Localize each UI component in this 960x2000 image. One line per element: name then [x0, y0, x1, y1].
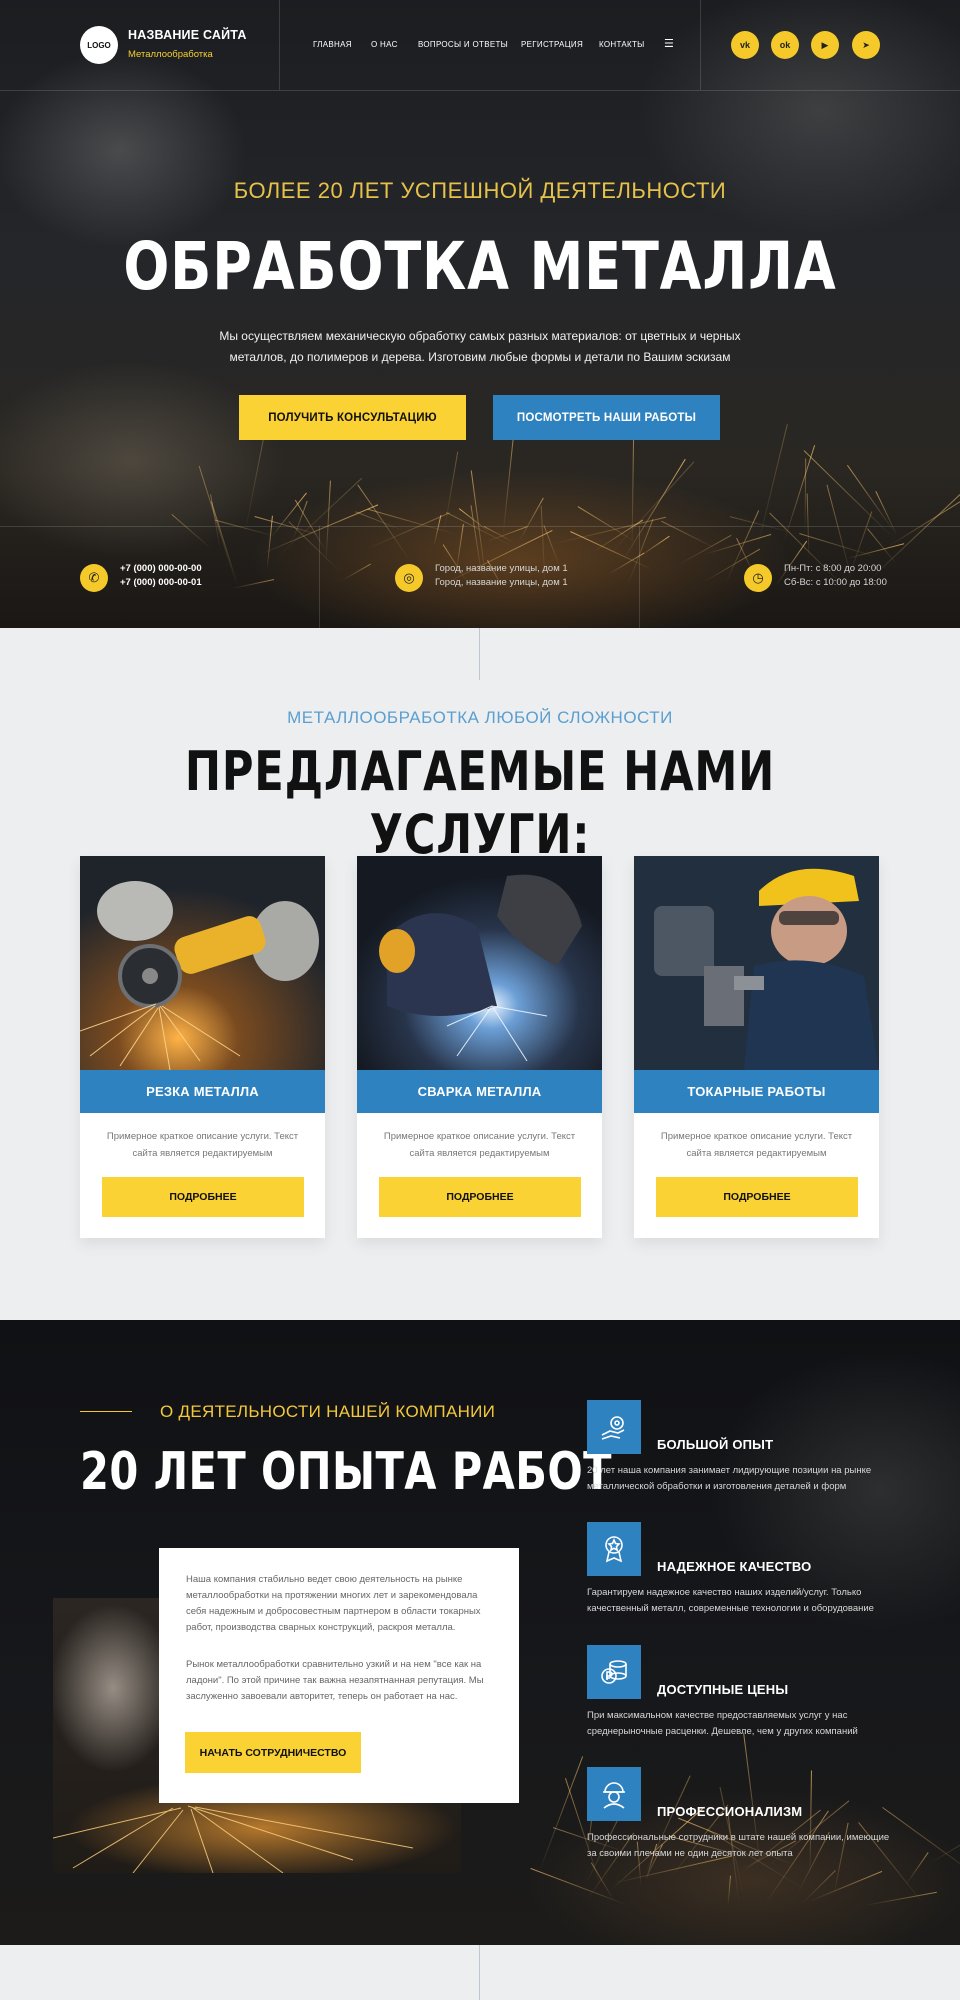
spark-streak — [232, 579, 275, 590]
hero-divider-v4 — [639, 526, 640, 628]
about-kicker: О ДЕЯТЕЛЬНОСТИ НАШЕЙ КОМПАНИИ — [160, 1402, 496, 1421]
feature-description: 20 лет наша компания занимает лидирующие… — [587, 1465, 872, 1492]
about-title: 20 ЛЕТ ОПЫТА РАБОТ — [80, 1442, 612, 1502]
hero-divider-top — [0, 90, 960, 91]
feature-description: При максимальном качестве предоставляемы… — [587, 1710, 858, 1737]
menu-icon[interactable]: ☰ — [664, 37, 674, 50]
spark-streak — [847, 464, 895, 532]
spark-streak — [266, 515, 274, 571]
award-star-icon — [587, 1522, 641, 1576]
spark-streak — [888, 499, 960, 547]
services-section: МЕТАЛЛООБРАБОТКА ЛЮБОЙ СЛОЖНОСТИ ПРЕДЛАГ… — [0, 628, 960, 1320]
hero-section: LOGO НАЗВАНИЕ САЙТА Металлообработка ГЛА… — [0, 0, 960, 628]
gear-hand-icon — [587, 1400, 641, 1454]
service-title: СВАРКА МЕТАЛЛА — [357, 1070, 602, 1113]
telegram-icon[interactable]: ➤ — [852, 31, 880, 59]
service-card: ТОКАРНЫЕ РАБОТЫ Примерное краткое описан… — [634, 856, 879, 1238]
hero-description: Мы осуществляем механическую обработку с… — [219, 329, 741, 364]
nav-contacts[interactable]: КОНТАКТЫ — [599, 40, 645, 49]
service-title: ТОКАРНЫЕ РАБОТЫ — [634, 1070, 879, 1113]
phone-icon: ✆ — [80, 564, 108, 592]
spark-streak — [171, 514, 211, 549]
feature-title: НАДЕЖНОЕ КАЧЕСТВО — [657, 1559, 812, 1574]
feature-title: ПРОФЕССИОНАЛИЗМ — [657, 1804, 803, 1819]
hero-divider-v1 — [279, 0, 280, 90]
service-card: СВАРКА МЕТАЛЛА Примерное краткое описани… — [357, 856, 602, 1238]
feature-description: Профессиональные сотрудники в штате наше… — [587, 1832, 890, 1859]
hero-kicker: БОЛЕЕ 20 ЛЕТ УСПЕШНОЙ ДЕЯТЕЛЬНОСТИ — [233, 178, 727, 203]
service-description: Примерное краткое описание услуги. Текст… — [660, 1131, 853, 1159]
details-button[interactable]: ПОДРОБНЕЕ — [656, 1177, 858, 1217]
service-title: РЕЗКА МЕТАЛЛА — [80, 1070, 325, 1113]
feature-title: БОЛЬШОЙ ОПЫТ — [657, 1437, 774, 1452]
consultation-button[interactable]: ПОЛУЧИТЬ КОНСУЛЬТАЦИЮ — [239, 395, 466, 440]
service-image-welding — [357, 856, 602, 1070]
spark-streak — [214, 519, 276, 537]
services-title: ПРЕДЛАГАЕМЫЕ НАМИ УСЛУГИ: — [184, 740, 776, 866]
about-section: О ДЕЯТЕЛЬНОСТИ НАШЕЙ КОМПАНИИ 20 ЛЕТ ОПЫ… — [0, 1320, 960, 1945]
odnoklassniki-icon[interactable]: ok — [771, 31, 799, 59]
service-card: РЕЗКА МЕТАЛЛА Примерное краткое описание… — [80, 856, 325, 1238]
nav-home[interactable]: ГЛАВНАЯ — [313, 40, 352, 49]
hours-weekend: Сб-Вс: с 10:00 до 18:00 — [784, 577, 887, 588]
spark-streak — [529, 1867, 627, 1905]
view-works-button[interactable]: ПОСМОТРЕТЬ НАШИ РАБОТЫ — [493, 395, 720, 440]
kicker-line — [80, 1411, 132, 1412]
vk-icon[interactable]: vk — [731, 31, 759, 59]
spark-streak — [871, 485, 960, 579]
hero-divider-bottom — [0, 526, 960, 527]
section-divider — [479, 628, 480, 680]
service-image-turning — [634, 856, 879, 1070]
about-text-card: Наша компания стабильно ведет свою деяте… — [159, 1548, 519, 1803]
youtube-icon[interactable]: ▶ — [811, 31, 839, 59]
coins-ruble-icon — [587, 1645, 641, 1699]
spark-streak — [905, 1852, 929, 1886]
about-paragraph-1: Наша компания стабильно ведет свою деяте… — [186, 1574, 481, 1633]
about-paragraph-2: Рынок металлообработки сравнительно узки… — [186, 1659, 484, 1702]
feature-description: Гарантируем надежное качество наших изде… — [587, 1587, 874, 1614]
spark-streak — [875, 490, 898, 536]
services-kicker: МЕТАЛЛООБРАБОТКА ЛЮБОЙ СЛОЖНОСТИ — [287, 708, 673, 727]
service-description: Примерное краткое описание услуги. Текст… — [383, 1131, 576, 1159]
spark-streak — [604, 461, 695, 561]
next-section — [0, 1945, 960, 2000]
details-button[interactable]: ПОДРОБНЕЕ — [102, 1177, 304, 1217]
worker-helmet-icon — [587, 1767, 641, 1821]
nav-faq[interactable]: ВОПРОСЫ И ОТВЕТЫ — [418, 40, 508, 49]
start-cooperation-button[interactable]: НАЧАТЬ СОТРУДНИЧЕСТВО — [185, 1732, 361, 1773]
logo[interactable]: LOGO — [80, 26, 118, 64]
address-2: Город, название улицы, дом 1 — [435, 577, 568, 588]
site-subtitle: Металлообработка — [128, 49, 213, 60]
spark-streak — [341, 563, 372, 581]
feature-title: ДОСТУПНЫЕ ЦЕНЫ — [657, 1682, 789, 1697]
hero-divider-v2 — [700, 0, 701, 90]
clock-icon: ◷ — [744, 564, 772, 592]
location-pin-icon: ◎ — [395, 564, 423, 592]
section-divider — [479, 1945, 480, 2000]
nav-registration[interactable]: РЕГИСТРАЦИЯ — [521, 40, 583, 49]
site-name[interactable]: НАЗВАНИЕ САЙТА — [128, 28, 247, 42]
spark-streak — [864, 1891, 938, 1906]
hero-title: ОБРАБОТКА МЕТАЛЛА — [123, 228, 837, 305]
spark-streak — [325, 480, 331, 563]
spark-streak — [443, 451, 459, 533]
details-button[interactable]: ПОДРОБНЕЕ — [379, 1177, 581, 1217]
spark-streak — [803, 450, 893, 538]
hero-divider-v3 — [319, 526, 320, 628]
phone-2[interactable]: +7 (000) 000-00-01 — [120, 575, 202, 591]
nav-about[interactable]: О НАС — [371, 40, 398, 49]
spark-streak — [676, 535, 731, 567]
spark-streak — [727, 1875, 732, 1906]
service-image-cutting — [80, 856, 325, 1070]
service-description: Примерное краткое описание услуги. Текст… — [106, 1131, 299, 1159]
